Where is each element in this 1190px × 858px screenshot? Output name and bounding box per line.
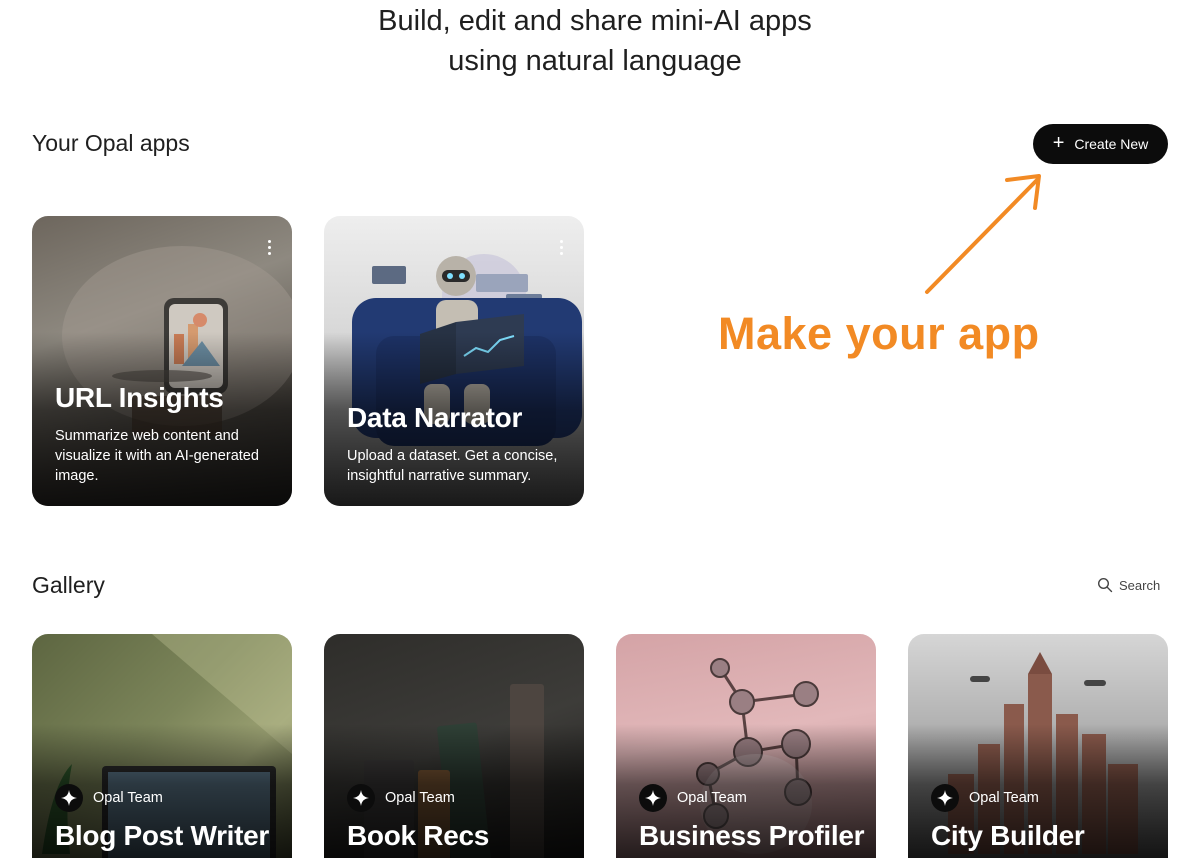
author-badge: Opal Team bbox=[639, 784, 747, 812]
gallery-heading: Gallery bbox=[32, 572, 105, 598]
hero-line-2: using natural language bbox=[448, 45, 742, 77]
your-apps-heading: Your Opal apps bbox=[32, 130, 190, 156]
annotation-arrow-icon bbox=[925, 174, 1041, 294]
card-description: Summarize web content and visualize it w… bbox=[55, 428, 259, 484]
app-card-url-insights[interactable]: URL Insights Summarize web content and v… bbox=[32, 216, 292, 506]
app-card-data-narrator[interactable]: Data Narrator Upload a dataset. Get a co… bbox=[324, 216, 584, 506]
create-new-button[interactable]: + Create New bbox=[1033, 124, 1168, 164]
card-description: Upload a dataset. Get a concise, insight… bbox=[347, 448, 558, 484]
more-vert-icon[interactable] bbox=[268, 240, 272, 255]
card-title: City Builder bbox=[931, 820, 1085, 851]
create-new-label: Create New bbox=[1074, 136, 1149, 152]
gallery-card-book-recs[interactable]: Opal Team Book Recs bbox=[324, 634, 584, 858]
gallery-card-business-profiler[interactable]: Opal Team Business Profiler bbox=[616, 634, 876, 858]
card-title: Book Recs bbox=[347, 820, 490, 851]
search-icon bbox=[1097, 577, 1113, 593]
gallery-card-blog-post-writer[interactable]: Opal Team Blog Post Writer bbox=[32, 634, 292, 858]
more-vert-icon[interactable] bbox=[560, 240, 564, 255]
card-title: Blog Post Writer bbox=[55, 820, 270, 851]
gallery-search[interactable]: Search bbox=[1097, 577, 1160, 593]
sparkle-icon bbox=[931, 784, 959, 812]
card-title: Data Narrator bbox=[347, 402, 523, 433]
sparkle-icon bbox=[55, 784, 83, 812]
gallery-card-city-builder[interactable]: Opal Team City Builder bbox=[908, 634, 1168, 858]
sparkle-icon bbox=[347, 784, 375, 812]
author-badge: Opal Team bbox=[55, 784, 163, 812]
author-name: Opal Team bbox=[677, 790, 747, 806]
author-badge: Opal Team bbox=[931, 784, 1039, 812]
card-title: Business Profiler bbox=[639, 820, 865, 851]
annotation-text: Make your app bbox=[718, 308, 1040, 359]
search-label: Search bbox=[1119, 577, 1161, 593]
author-name: Opal Team bbox=[93, 790, 163, 806]
hero-heading: Build, edit and share mini-AI apps using… bbox=[0, 0, 1190, 81]
author-name: Opal Team bbox=[385, 790, 455, 806]
card-title: URL Insights bbox=[55, 382, 224, 413]
author-name: Opal Team bbox=[969, 790, 1039, 806]
author-badge: Opal Team bbox=[347, 784, 455, 812]
sparkle-icon bbox=[639, 784, 667, 812]
plus-icon: + bbox=[1052, 132, 1065, 154]
hero-line-1: Build, edit and share mini-AI apps bbox=[378, 5, 812, 37]
